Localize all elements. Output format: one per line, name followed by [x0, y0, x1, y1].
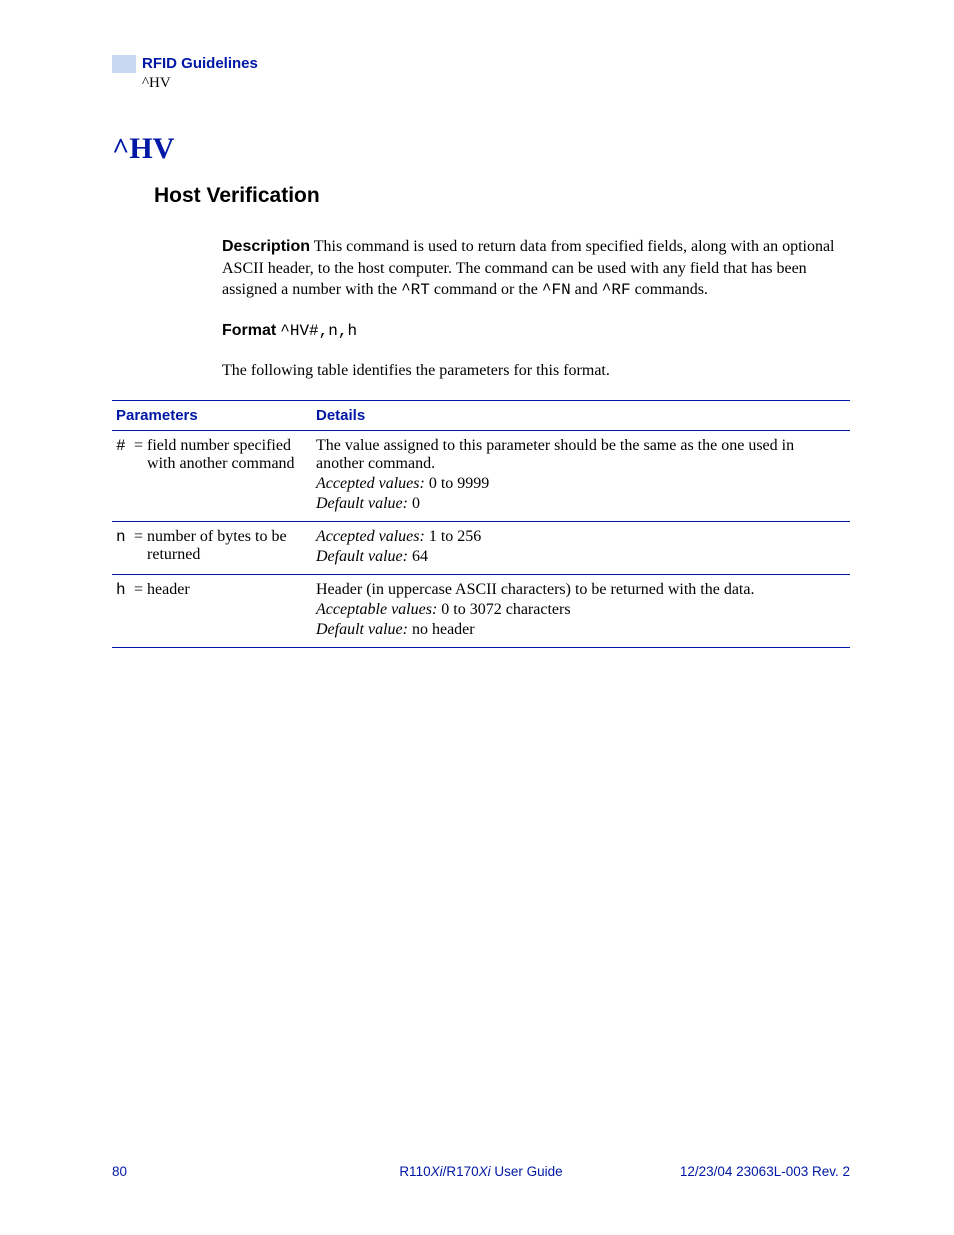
- detail-value: 0: [408, 495, 420, 512]
- param-equals: =: [134, 528, 143, 546]
- detail-value: 0 to 3072 characters: [437, 601, 570, 618]
- footer-center-post: User Guide: [491, 1164, 563, 1179]
- table-row: h = header Header (in uppercase ASCII ch…: [112, 574, 850, 647]
- detail-label: Default value:: [316, 621, 408, 638]
- param-symbol: h: [116, 581, 130, 599]
- param-description: header: [147, 581, 297, 599]
- detail-default: Default value: 64: [316, 548, 846, 566]
- description-paragraph: Description This command is used to retu…: [222, 236, 850, 302]
- format-line: Format ^HV#,n,h: [222, 320, 850, 343]
- section-title: Host Verification: [154, 184, 850, 208]
- detail-label: Acceptable values:: [316, 601, 437, 618]
- detail-acceptable: Acceptable values: 0 to 3072 characters: [316, 601, 846, 619]
- description-text-2: command or the: [430, 281, 542, 298]
- footer-center-it2: Xi: [479, 1164, 491, 1179]
- table-intro: The following table identifies the param…: [222, 360, 850, 382]
- code-fn: ^FN: [542, 281, 571, 299]
- description-text-4: commands.: [631, 281, 708, 298]
- code-rt: ^RT: [401, 281, 430, 299]
- detail-default: Default value: no header: [316, 621, 846, 639]
- footer-center-it1: Xi: [431, 1164, 443, 1179]
- header-subtitle: ^HV: [142, 75, 850, 92]
- param-cell: n = number of bytes to be returned: [112, 521, 312, 574]
- detail-label: Default value:: [316, 495, 408, 512]
- detail-text: The value assigned to this parameter sho…: [316, 437, 846, 473]
- description-text-3: and: [571, 281, 602, 298]
- footer-right: 12/23/04 23063L-003 Rev. 2: [680, 1164, 850, 1179]
- col-parameters: Parameters: [112, 400, 312, 430]
- table-header-row: Parameters Details: [112, 400, 850, 430]
- page-footer: 80 R110Xi/R170Xi User Guide 12/23/04 230…: [112, 1164, 850, 1179]
- detail-accepted: Accepted values: 0 to 9999: [316, 475, 846, 493]
- param-symbol: #: [116, 437, 130, 455]
- command-title: ^HV: [112, 132, 850, 166]
- detail-text: Header (in uppercase ASCII characters) t…: [316, 581, 846, 599]
- param-cell: h = header: [112, 574, 312, 647]
- detail-value: 1 to 256: [425, 528, 481, 545]
- param-cell: # = field number specified with another …: [112, 430, 312, 521]
- footer-center-mid: /R170: [443, 1164, 479, 1179]
- param-description: number of bytes to be returned: [147, 528, 297, 564]
- detail-value: 64: [408, 548, 428, 565]
- detail-accepted: Accepted values: 1 to 256: [316, 528, 846, 546]
- header-title: RFID Guidelines: [142, 55, 258, 72]
- detail-value: 0 to 9999: [425, 475, 489, 492]
- param-equals: =: [134, 581, 143, 599]
- body-content: Description This command is used to retu…: [222, 236, 850, 382]
- param-equals: =: [134, 437, 143, 455]
- detail-cell: Accepted values: 1 to 256 Default value:…: [312, 521, 850, 574]
- format-code: ^HV#,n,h: [280, 322, 357, 340]
- detail-cell: The value assigned to this parameter sho…: [312, 430, 850, 521]
- page-header: RFID Guidelines ^HV: [112, 55, 850, 92]
- detail-label: Default value:: [316, 548, 408, 565]
- format-label: Format: [222, 322, 276, 339]
- table-row: n = number of bytes to be returned Accep…: [112, 521, 850, 574]
- detail-label: Accepted values:: [316, 475, 425, 492]
- detail-value: no header: [408, 621, 475, 638]
- footer-center-pre: R110: [399, 1164, 430, 1179]
- col-details: Details: [312, 400, 850, 430]
- header-accent-box: [112, 55, 136, 73]
- parameters-table: Parameters Details # = field number spec…: [112, 400, 850, 648]
- table-row: # = field number specified with another …: [112, 430, 850, 521]
- detail-default: Default value: 0: [316, 495, 846, 513]
- param-symbol: n: [116, 528, 130, 546]
- code-rf: ^RF: [602, 281, 631, 299]
- param-description: field number specified with another comm…: [147, 437, 297, 473]
- detail-label: Accepted values:: [316, 528, 425, 545]
- detail-cell: Header (in uppercase ASCII characters) t…: [312, 574, 850, 647]
- footer-page-number: 80: [112, 1164, 127, 1179]
- description-label: Description: [222, 238, 310, 255]
